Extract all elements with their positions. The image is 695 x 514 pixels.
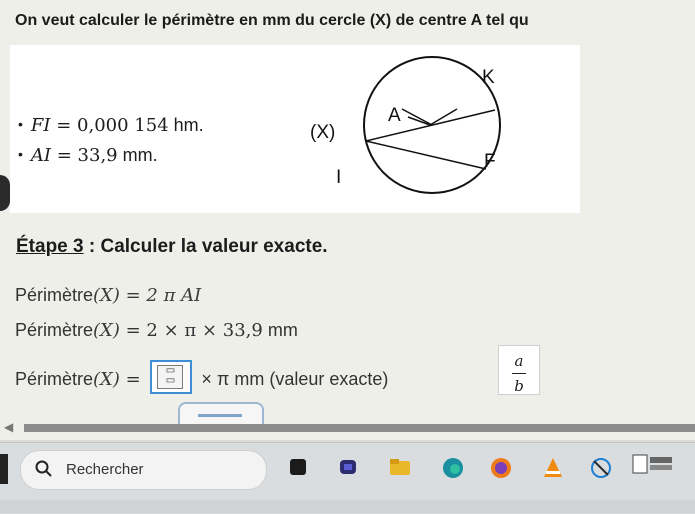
- edge-icon[interactable]: [442, 457, 464, 479]
- calculator-widget-icon[interactable]: [632, 453, 674, 475]
- formula-line-1: Périmètre(X) = 2 π AI: [15, 285, 201, 306]
- chord-if: [365, 109, 496, 142]
- problem-statement: On veut calculer le périmètre en mm du c…: [15, 12, 529, 30]
- fraction-denominator: b: [514, 377, 524, 395]
- label-circle-x: (X): [310, 122, 335, 143]
- perimeter-label: Périmètre: [15, 285, 94, 305]
- problem-text: On veut calculer le périmètre en mm du c…: [15, 12, 529, 29]
- chord-ik: [365, 140, 487, 170]
- formula-3-suffix: × π mm (valeur exacte): [196, 369, 389, 389]
- perimeter-arg: (X): [93, 285, 120, 306]
- formula-3-eq: =: [119, 369, 147, 390]
- keyboard-toggle-tab[interactable]: [178, 402, 264, 426]
- folder-icon[interactable]: [388, 457, 412, 477]
- search-placeholder: Rechercher: [66, 461, 144, 478]
- perimeter-arg: (X): [93, 369, 120, 390]
- snipping-tool-icon[interactable]: [590, 457, 612, 479]
- side-handle[interactable]: [0, 175, 10, 211]
- perimeter-label: Périmètre: [15, 320, 94, 340]
- fraction-bar: [512, 373, 526, 374]
- fraction-numerator: a: [514, 352, 524, 370]
- step-heading: Étape 3 : Calculer la valeur exacte.: [16, 236, 328, 258]
- formula-line-2: Périmètre(X) = 2 × π × 33,9 mm: [15, 320, 298, 341]
- formula-1-math: = 2 π AI: [119, 285, 202, 306]
- label-f: F: [484, 151, 496, 172]
- perimeter-label: Périmètre: [15, 369, 94, 389]
- formula-line-3: Périmètre(X) = ▭ ▭ × π mm (valeur exacte): [15, 360, 388, 394]
- taskbar-search[interactable]: Rechercher: [20, 450, 267, 490]
- fraction-button[interactable]: a b: [498, 345, 540, 395]
- keyboard-icon: [198, 414, 242, 417]
- perimeter-arg: (X): [93, 320, 120, 341]
- step-title-text: : Calculer la valeur exacte.: [83, 236, 328, 257]
- scroll-left-icon[interactable]: ◀: [4, 420, 13, 434]
- step-label: Étape 3: [16, 236, 84, 257]
- label-a: A: [388, 105, 401, 126]
- firefox-icon[interactable]: [490, 457, 512, 479]
- bottom-strip: [0, 500, 695, 513]
- circle-diagram: K A F I (X): [310, 56, 501, 194]
- formula-2-math: = 2 × π × 33,9: [119, 320, 263, 341]
- fraction-template-icon: ▭ ▭: [157, 365, 184, 389]
- vlc-icon[interactable]: [542, 457, 564, 479]
- center-tick-left: [401, 108, 433, 126]
- answer-input[interactable]: ▭ ▭: [150, 360, 193, 394]
- exercise-page: On veut calculer le périmètre en mm du c…: [0, 0, 695, 440]
- taskview-icon[interactable]: [288, 457, 308, 477]
- label-k: K: [482, 67, 495, 88]
- formula-2-unit: mm: [262, 320, 298, 340]
- horizontal-scrollbar[interactable]: [24, 424, 695, 432]
- label-i: I: [336, 167, 341, 188]
- diagram-panel: • FI = 0,000 154 hm. • AI = 33,9 mm. K A F…: [10, 45, 580, 213]
- chat-icon[interactable]: [338, 457, 358, 477]
- left-edge-handle: [0, 454, 8, 484]
- search-icon: [35, 460, 52, 477]
